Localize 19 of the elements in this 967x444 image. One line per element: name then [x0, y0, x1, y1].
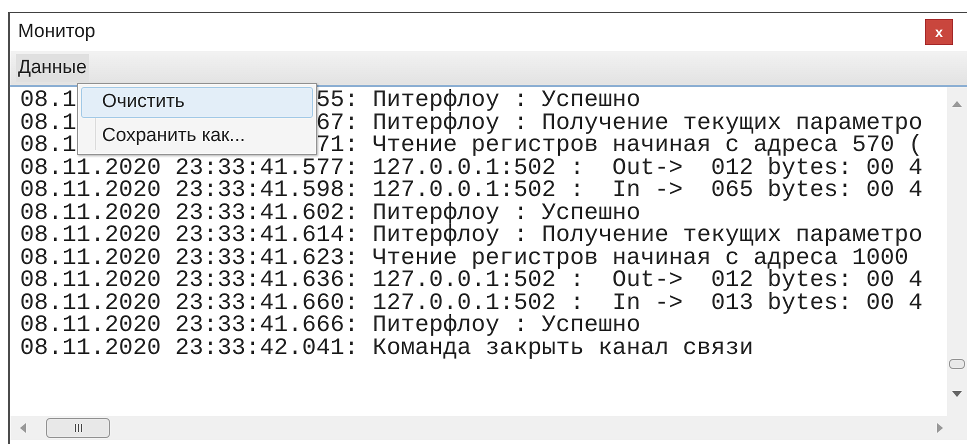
- close-button[interactable]: x: [925, 19, 953, 45]
- scroll-right-icon[interactable]: [937, 423, 943, 433]
- menu-option[interactable]: Сохранить как...: [81, 120, 313, 151]
- scroll-left-icon[interactable]: [20, 423, 26, 433]
- menu-item[interactable]: Данные: [16, 54, 89, 82]
- horizontal-scrollbar[interactable]: [10, 416, 967, 440]
- scroll-thumb[interactable]: [949, 359, 965, 369]
- window-title: Монитор: [18, 20, 96, 44]
- log-line: 08.1: [20, 112, 76, 135]
- log-line: 71: Чтение регистров начиная с адреса 570 (: [316, 135, 923, 158]
- log-line: 67: Питерфлоу : Получение текущих параметро: [316, 112, 923, 135]
- menu-option[interactable]: Очистить: [81, 87, 313, 118]
- scroll-thumb[interactable]: [46, 418, 110, 438]
- scroll-up-icon[interactable]: [952, 101, 962, 107]
- vertical-scrollbar[interactable]: [947, 87, 967, 416]
- log-line: 08.1: [20, 135, 76, 158]
- log-line: 55: Питерфлоу : Успешно: [316, 90, 641, 112]
- scroll-down-icon[interactable]: [952, 391, 962, 397]
- log-line: 08.1: [20, 90, 76, 112]
